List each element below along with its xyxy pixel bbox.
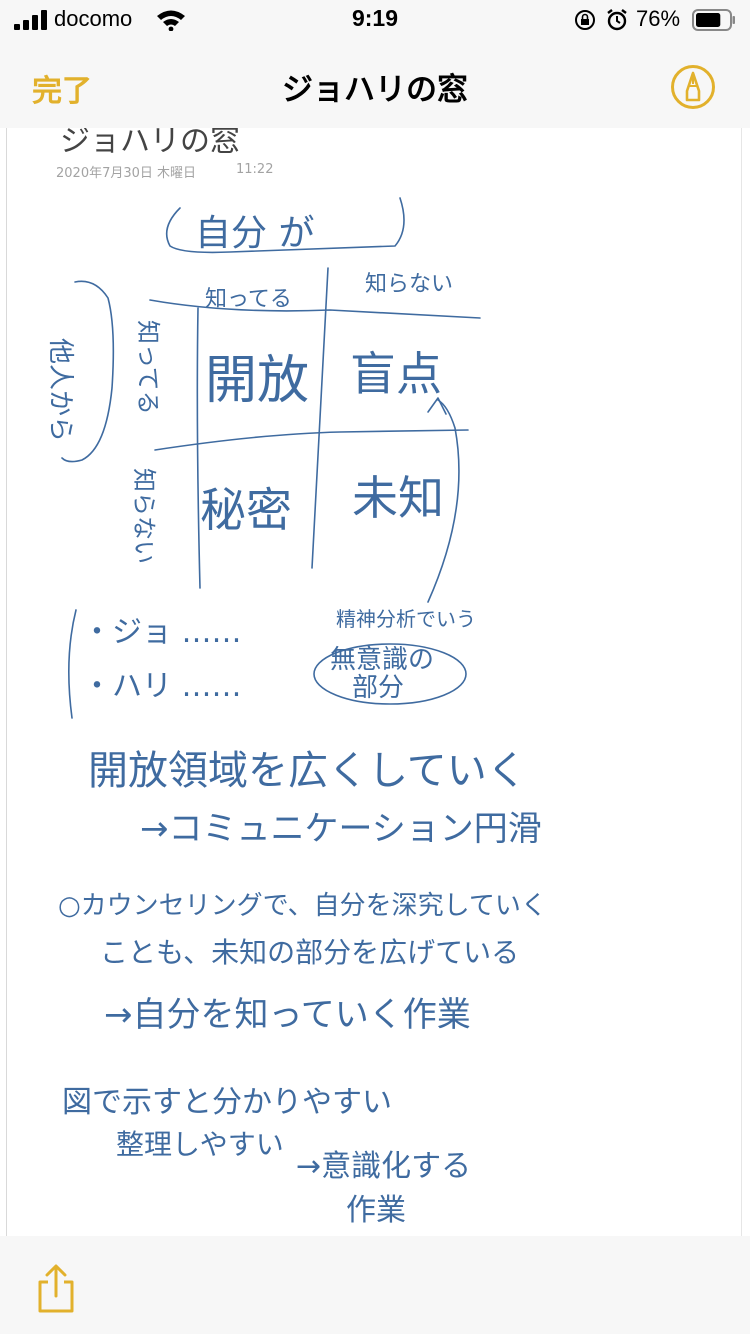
hw-cell-blind: 盲点 — [350, 347, 442, 401]
nav-title: ジョハリの窓 — [282, 72, 468, 108]
hw-line-9: 作業 — [346, 1193, 406, 1228]
bottom-toolbar — [0, 1236, 750, 1334]
hw-col-unknown: 知らない — [365, 272, 453, 297]
status-bar: docomo 9:19 76% — [0, 0, 750, 40]
battery-icon — [692, 9, 735, 31]
pen-circle-icon[interactable] — [670, 64, 716, 110]
hw-line-6: 図で示すと分かりやすい — [62, 1085, 392, 1120]
navigation-bar: 完了 ジョハリの窓 — [0, 40, 750, 128]
grid-top-line — [149, 299, 481, 319]
grid-left-line — [196, 307, 201, 589]
hw-cell-hidden: 秘密 — [200, 483, 292, 537]
hw-note-1: 精神分析でいう — [336, 607, 476, 631]
hw-note-3: 部分 — [352, 673, 404, 703]
hw-line-5: →自分を知っていく作業 — [104, 995, 471, 1035]
list-bracket — [68, 609, 77, 719]
hw-row-unknown: 知らない — [130, 468, 158, 564]
grid-middle-line — [154, 429, 469, 451]
hw-row-known: 知ってる — [134, 320, 162, 415]
hw-cell-unknown: 未知 — [352, 471, 444, 525]
hw-line-7: 整理しやすい — [116, 1128, 284, 1161]
hw-header: 自分 が — [195, 213, 314, 254]
hw-note-2: 無意識の — [330, 645, 434, 675]
hw-hari: ・ハリ …… — [82, 669, 242, 704]
hw-side: 他人から — [45, 338, 75, 442]
hw-line-1: 開放領域を広くしていく — [88, 748, 527, 794]
orientation-lock-icon — [575, 10, 595, 30]
alarm-icon — [607, 9, 627, 31]
share-icon[interactable] — [34, 1264, 78, 1314]
note-page[interactable]: ジョハリの窓 2020年7月30日 木曜日 11:22 自分 が 知ってる 知ら… — [0, 128, 750, 1236]
hw-jo: ・ジョ …… — [82, 615, 242, 650]
battery-percentage: 76% — [636, 6, 681, 31]
grid-right-line — [311, 267, 329, 569]
hw-line-2: →コミュニケーション円滑 — [140, 809, 542, 849]
handwriting-canvas: 自分 が 知ってる 知らない 他人から 知ってる 知らない 開放 盲点 秘密 未… — [45, 197, 547, 1228]
hw-cell-open: 開放 — [205, 351, 309, 411]
hw-line-4: ことも、未知の部分を広げている — [100, 936, 519, 969]
hw-line-3: ○カウンセリングで、自分を深究していく — [58, 891, 547, 921]
hw-line-8: →意識化する — [296, 1149, 471, 1184]
